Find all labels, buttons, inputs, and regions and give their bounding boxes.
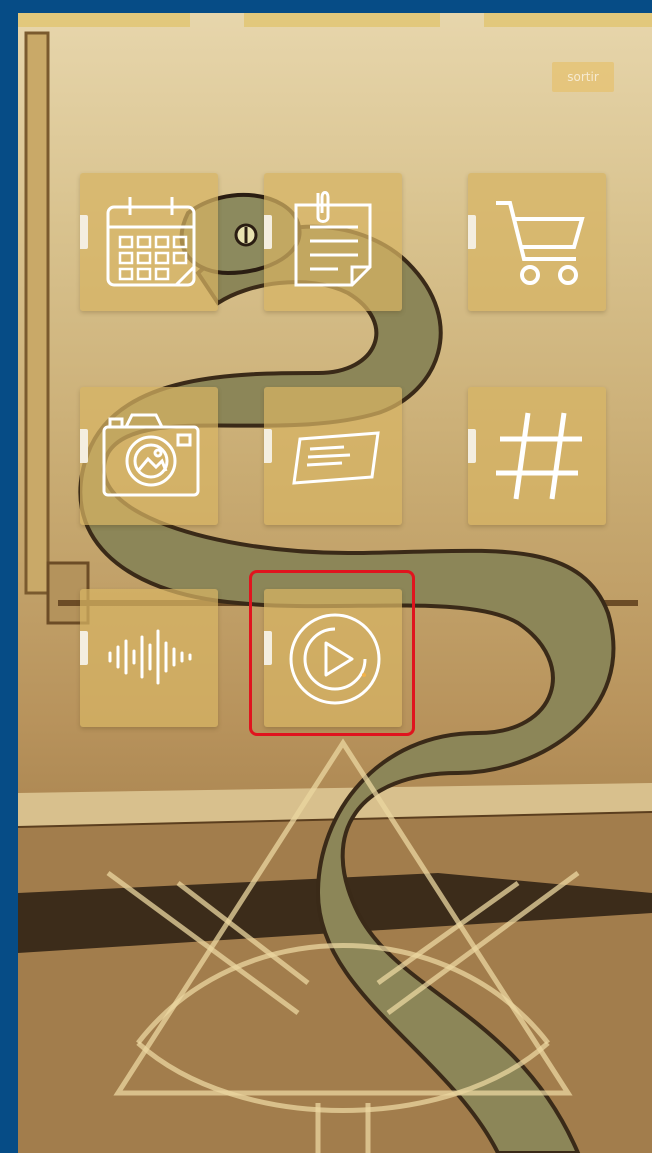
app-tile-notes[interactable] bbox=[264, 173, 402, 311]
app-screen: sortir bbox=[18, 13, 652, 1153]
tile-handle bbox=[264, 215, 272, 249]
tile-handle bbox=[264, 429, 272, 463]
selection-highlight bbox=[249, 570, 415, 736]
tile-handle bbox=[80, 631, 88, 665]
app-tile-hashtag[interactable] bbox=[468, 387, 606, 525]
card-icon bbox=[292, 431, 380, 485]
audio-wave-icon bbox=[108, 629, 192, 685]
app-tile-calendar[interactable] bbox=[80, 173, 218, 311]
app-tile-card[interactable] bbox=[264, 387, 402, 525]
exit-button[interactable]: sortir bbox=[552, 62, 614, 92]
tile-handle bbox=[468, 429, 476, 463]
hashtag-icon bbox=[496, 412, 582, 500]
app-tile-cart[interactable] bbox=[468, 173, 606, 311]
tile-handle bbox=[468, 215, 476, 249]
top-tab-right bbox=[484, 13, 652, 27]
all-seeing-eye-sigil bbox=[106, 738, 580, 1153]
tile-handle bbox=[80, 429, 88, 463]
notes-icon bbox=[294, 191, 372, 287]
cart-icon bbox=[496, 201, 585, 285]
top-tab-left bbox=[18, 13, 190, 27]
app-tile-audio[interactable] bbox=[80, 589, 218, 727]
tile-handle bbox=[80, 215, 88, 249]
top-tab-center bbox=[244, 13, 440, 27]
camera-icon bbox=[102, 413, 200, 497]
calendar-icon bbox=[106, 197, 196, 287]
app-tile-camera[interactable] bbox=[80, 387, 218, 525]
